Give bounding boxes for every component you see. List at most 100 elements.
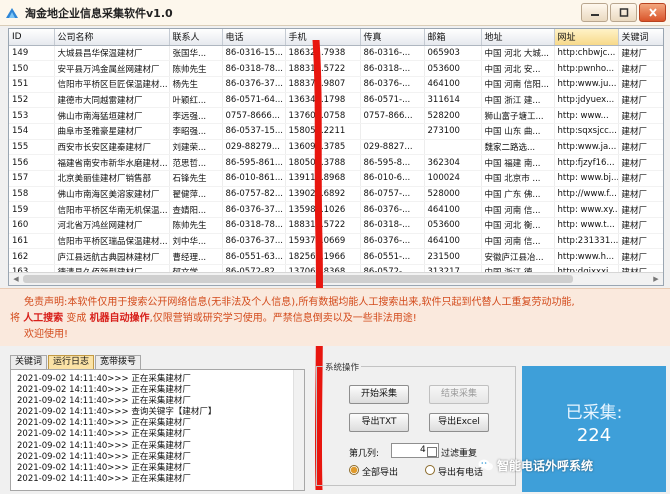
- disclaimer-prefix: 将: [10, 313, 20, 324]
- table-row[interactable]: 156 福建省南安市新华水磨建材... 范思哲... 86-595-861... 180…: [9, 154, 663, 171]
- table-row[interactable]: 158 佛山市南海区美溶家建材厂 翟健萍... 86-0757-82... 13902.…: [9, 186, 663, 203]
- table-row[interactable]: 160 河北省万鸿丝网建材厂 陈帅先生 86-0318-78... 18831...57…: [9, 217, 663, 234]
- close-button[interactable]: [639, 3, 666, 22]
- table-cell: 86-0376-37...: [222, 76, 286, 93]
- table-cell: 石锋先生: [169, 170, 223, 187]
- table-cell: 100024: [424, 170, 482, 187]
- table-row[interactable]: 151 信阳市平桥区巨匠保温建材... 杨先生 86-0376-37... 18837.…: [9, 76, 663, 93]
- export-excel-button[interactable]: 导出Excel: [429, 413, 489, 432]
- window-controls: [581, 3, 666, 22]
- table-cell: 建材厂: [618, 233, 663, 250]
- table-cell: 建材厂: [618, 60, 663, 77]
- table-cell: 86-0571-...: [360, 92, 425, 109]
- table-row[interactable]: 150 安平县万鸿金属丝网建材厂 陈帅先生 86-0318-78... 18831...…: [9, 60, 663, 77]
- table-cell: 13902...6892: [285, 186, 361, 203]
- table-cell: 86-0376-37...: [222, 201, 286, 219]
- results-grid[interactable]: ID 公司名称 联系人 电话 手机 传真 邮箱 地址 网址 关键词 149 大城县昌华保温建材厂 张国…: [8, 28, 664, 286]
- export-with-phone-radio[interactable]: [425, 465, 435, 475]
- table-cell: 曹经理...: [169, 248, 223, 266]
- table-row[interactable]: 152 建德市大同越雷建材厂 叶颖红... 86-0571-64... 13634...…: [9, 92, 663, 109]
- table-row[interactable]: 153 佛山市南海猛垣建材厂 李远强... 0757-8666... 13760...0…: [9, 107, 663, 124]
- column-header[interactable]: 公司名称: [54, 29, 170, 46]
- log-scrollbar[interactable]: [293, 370, 304, 490]
- table-row[interactable]: 154 曲阜市圣雅豪星建材厂 李昭强... 86-0537-15... 15805...…: [9, 123, 663, 140]
- table-row[interactable]: 159 信阳市平桥区华南无机保温... 查婧阳... 86-0376-37... 135…: [9, 201, 663, 219]
- filter-duplicates-checkbox[interactable]: [427, 447, 437, 457]
- table-cell: 151: [9, 76, 55, 93]
- column-header[interactable]: 地址: [481, 29, 555, 46]
- table-cell: 86-0376-37...: [222, 233, 286, 250]
- filter-duplicates-label: 过滤重复: [441, 449, 478, 459]
- table-cell: 029-8827...: [360, 139, 425, 156]
- scroll-left-icon[interactable]: ◀: [10, 274, 22, 285]
- table-cell: 0757-866...: [360, 107, 425, 124]
- table-cell: 231500: [424, 248, 482, 266]
- table-cell: 建材厂: [618, 154, 663, 171]
- table-cell: http: www.bj...: [554, 170, 619, 187]
- table-cell: 86-0551-63...: [222, 248, 286, 266]
- horizontal-scrollbar[interactable]: ◀ ▶: [9, 272, 663, 285]
- tab-broadband-dial[interactable]: 宽带拨号: [95, 355, 142, 369]
- table-cell: 北京美丽佳建材厂销售部: [54, 170, 170, 187]
- table-cell: http:www.ja...: [554, 139, 619, 156]
- table-cell: 安徽庐江县冶...: [481, 248, 555, 266]
- table-cell: [360, 123, 425, 140]
- column-header[interactable]: 关键词: [618, 29, 663, 46]
- table-cell: 建材厂: [618, 139, 663, 156]
- table-row[interactable]: 157 北京美丽佳建材厂销售部 石锋先生 86-010-861... 13911...8…: [9, 170, 663, 187]
- log-tabs: 关键词 运行日志 宽带拨号: [10, 355, 142, 369]
- export-txt-button[interactable]: 导出TXT: [349, 413, 409, 432]
- column-header[interactable]: 网址: [554, 29, 619, 46]
- table-cell: http: www.t...: [554, 217, 619, 234]
- maximize-button[interactable]: [610, 3, 637, 22]
- table-row[interactable]: 162 庐江县远航古典园林建材厂 曹经理... 86-0551-63... 18256.…: [9, 248, 663, 266]
- table-cell: 157: [9, 170, 55, 187]
- column-header[interactable]: 传真: [360, 29, 425, 46]
- column-header[interactable]: 邮箱: [424, 29, 482, 46]
- table-cell: 查婧阳...: [169, 201, 223, 219]
- column-header[interactable]: 联系人: [169, 29, 223, 46]
- table-cell: 中国 浙江 建...: [481, 92, 555, 109]
- table-row[interactable]: 149 大城县昌华保温建材厂 张国华... 86-0316-15... 18632...…: [9, 45, 663, 62]
- disclaimer-suffix: ,仅限营销或研究学习使用。严禁信息倒卖以及一些非法用途!: [149, 313, 417, 324]
- export-with-phone-label: 导出有电话: [438, 468, 484, 478]
- table-cell: 86-0318-78...: [222, 217, 286, 234]
- table-cell: 528000: [424, 186, 482, 203]
- table-cell: 18632...7938: [285, 45, 361, 62]
- title-bar: 淘金地企业信息采集软件v1.0: [0, 0, 670, 26]
- table-row[interactable]: 161 信阳市平桥区瑞品保温建材... 刘中华... 86-0376-37... 159…: [9, 233, 663, 250]
- table-cell: 18256...1966: [285, 248, 361, 266]
- run-log-panel[interactable]: 2021-09-02 14:11:40>>> 正在采集建材厂 2021-09-02…: [10, 369, 305, 491]
- table-cell: 065903: [424, 45, 482, 62]
- tab-keywords[interactable]: 关键词: [10, 355, 48, 369]
- disclaimer-middle: 变成: [66, 313, 87, 324]
- column-header[interactable]: ID: [9, 29, 55, 46]
- table-cell: 158: [9, 186, 55, 203]
- scroll-right-icon[interactable]: ▶: [650, 274, 662, 285]
- table-cell: 18837...9807: [285, 76, 361, 93]
- tab-run-log[interactable]: 运行日志: [48, 355, 95, 369]
- stop-collect-button[interactable]: 结束采集: [429, 385, 489, 404]
- column-header[interactable]: 电话: [222, 29, 286, 46]
- table-cell: 528200: [424, 107, 482, 124]
- table-row[interactable]: 155 西安市长安区建秦建材厂 刘建荣... 029-88279... 13609...…: [9, 139, 663, 156]
- log-line: 2021-09-02 14:11:40>>> 正在采集建材厂: [17, 440, 191, 451]
- start-collect-button[interactable]: 开始采集: [349, 385, 409, 404]
- minimize-button[interactable]: [581, 3, 608, 22]
- window-title: 淘金地企业信息采集软件v1.0: [25, 6, 173, 20]
- table-cell: 中国 河南 信阳...: [481, 76, 555, 93]
- column-header[interactable]: 手机: [285, 29, 361, 46]
- scrollbar-thumb[interactable]: [23, 275, 573, 283]
- table-cell: 中国 山东 曲...: [481, 123, 555, 140]
- results-table: ID 公司名称 联系人 电话 手机 传真 邮箱 地址 网址 关键词 149 大城县昌华保温建材厂 张国…: [9, 29, 663, 281]
- table-cell: 13760...0758: [285, 107, 361, 124]
- table-cell: 86-0551-...: [360, 248, 425, 266]
- table-cell: 86-0376-...: [360, 76, 425, 93]
- table-cell: 029-88279...: [222, 139, 286, 156]
- table-cell: 13598...1026: [285, 201, 361, 219]
- table-cell: 18831...5722: [285, 217, 361, 234]
- table-cell: 86-010-861...: [222, 170, 286, 187]
- table-cell: 建材厂: [618, 76, 663, 93]
- export-all-radio[interactable]: [349, 465, 359, 475]
- disclaimer-highlight-auto: 机器自动操作: [89, 313, 150, 324]
